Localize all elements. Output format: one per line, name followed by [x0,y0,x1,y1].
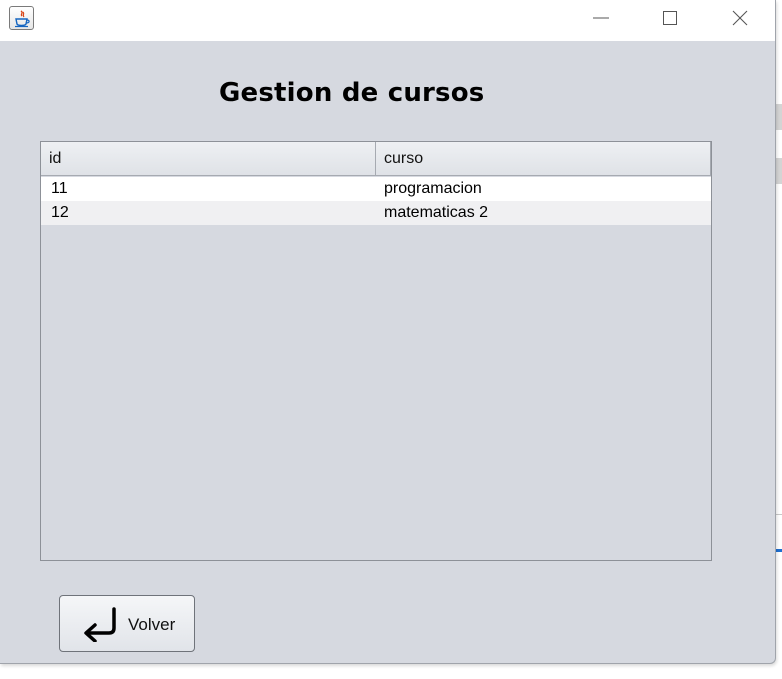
background-element [776,104,782,130]
background-accent [776,549,782,552]
title-bar[interactable] [0,0,775,41]
maximize-icon [663,11,677,25]
minimize-button[interactable] [578,0,624,36]
close-button[interactable] [717,0,763,36]
table-row[interactable]: 11 programacion [41,177,711,201]
background-element [776,158,782,184]
cell-curso: matematicas 2 [384,204,489,221]
cell-id: 11 [51,180,68,197]
maximize-button[interactable] [647,0,693,36]
app-window: Gestion de cursos id curso 11 programaci… [0,0,776,664]
minimize-icon [593,17,609,19]
close-icon [732,10,748,26]
page-title: Gestion de cursos [219,78,485,108]
java-app-icon[interactable] [9,6,34,30]
column-header-curso[interactable]: curso [376,142,711,175]
courses-table[interactable]: id curso 11 programacion 12 matematicas … [40,141,712,561]
table-row[interactable]: 12 matematicas 2 [41,201,711,225]
background-divider [776,514,782,515]
return-arrow-icon [80,606,120,647]
cell-curso: programacion [384,180,482,197]
column-header-id[interactable]: id [41,142,376,175]
table-header: id curso [41,142,711,176]
background-window-edge [776,0,782,679]
cell-id: 12 [51,204,69,221]
back-button-label: Volver [128,615,176,634]
back-button[interactable]: Volver [59,595,195,652]
